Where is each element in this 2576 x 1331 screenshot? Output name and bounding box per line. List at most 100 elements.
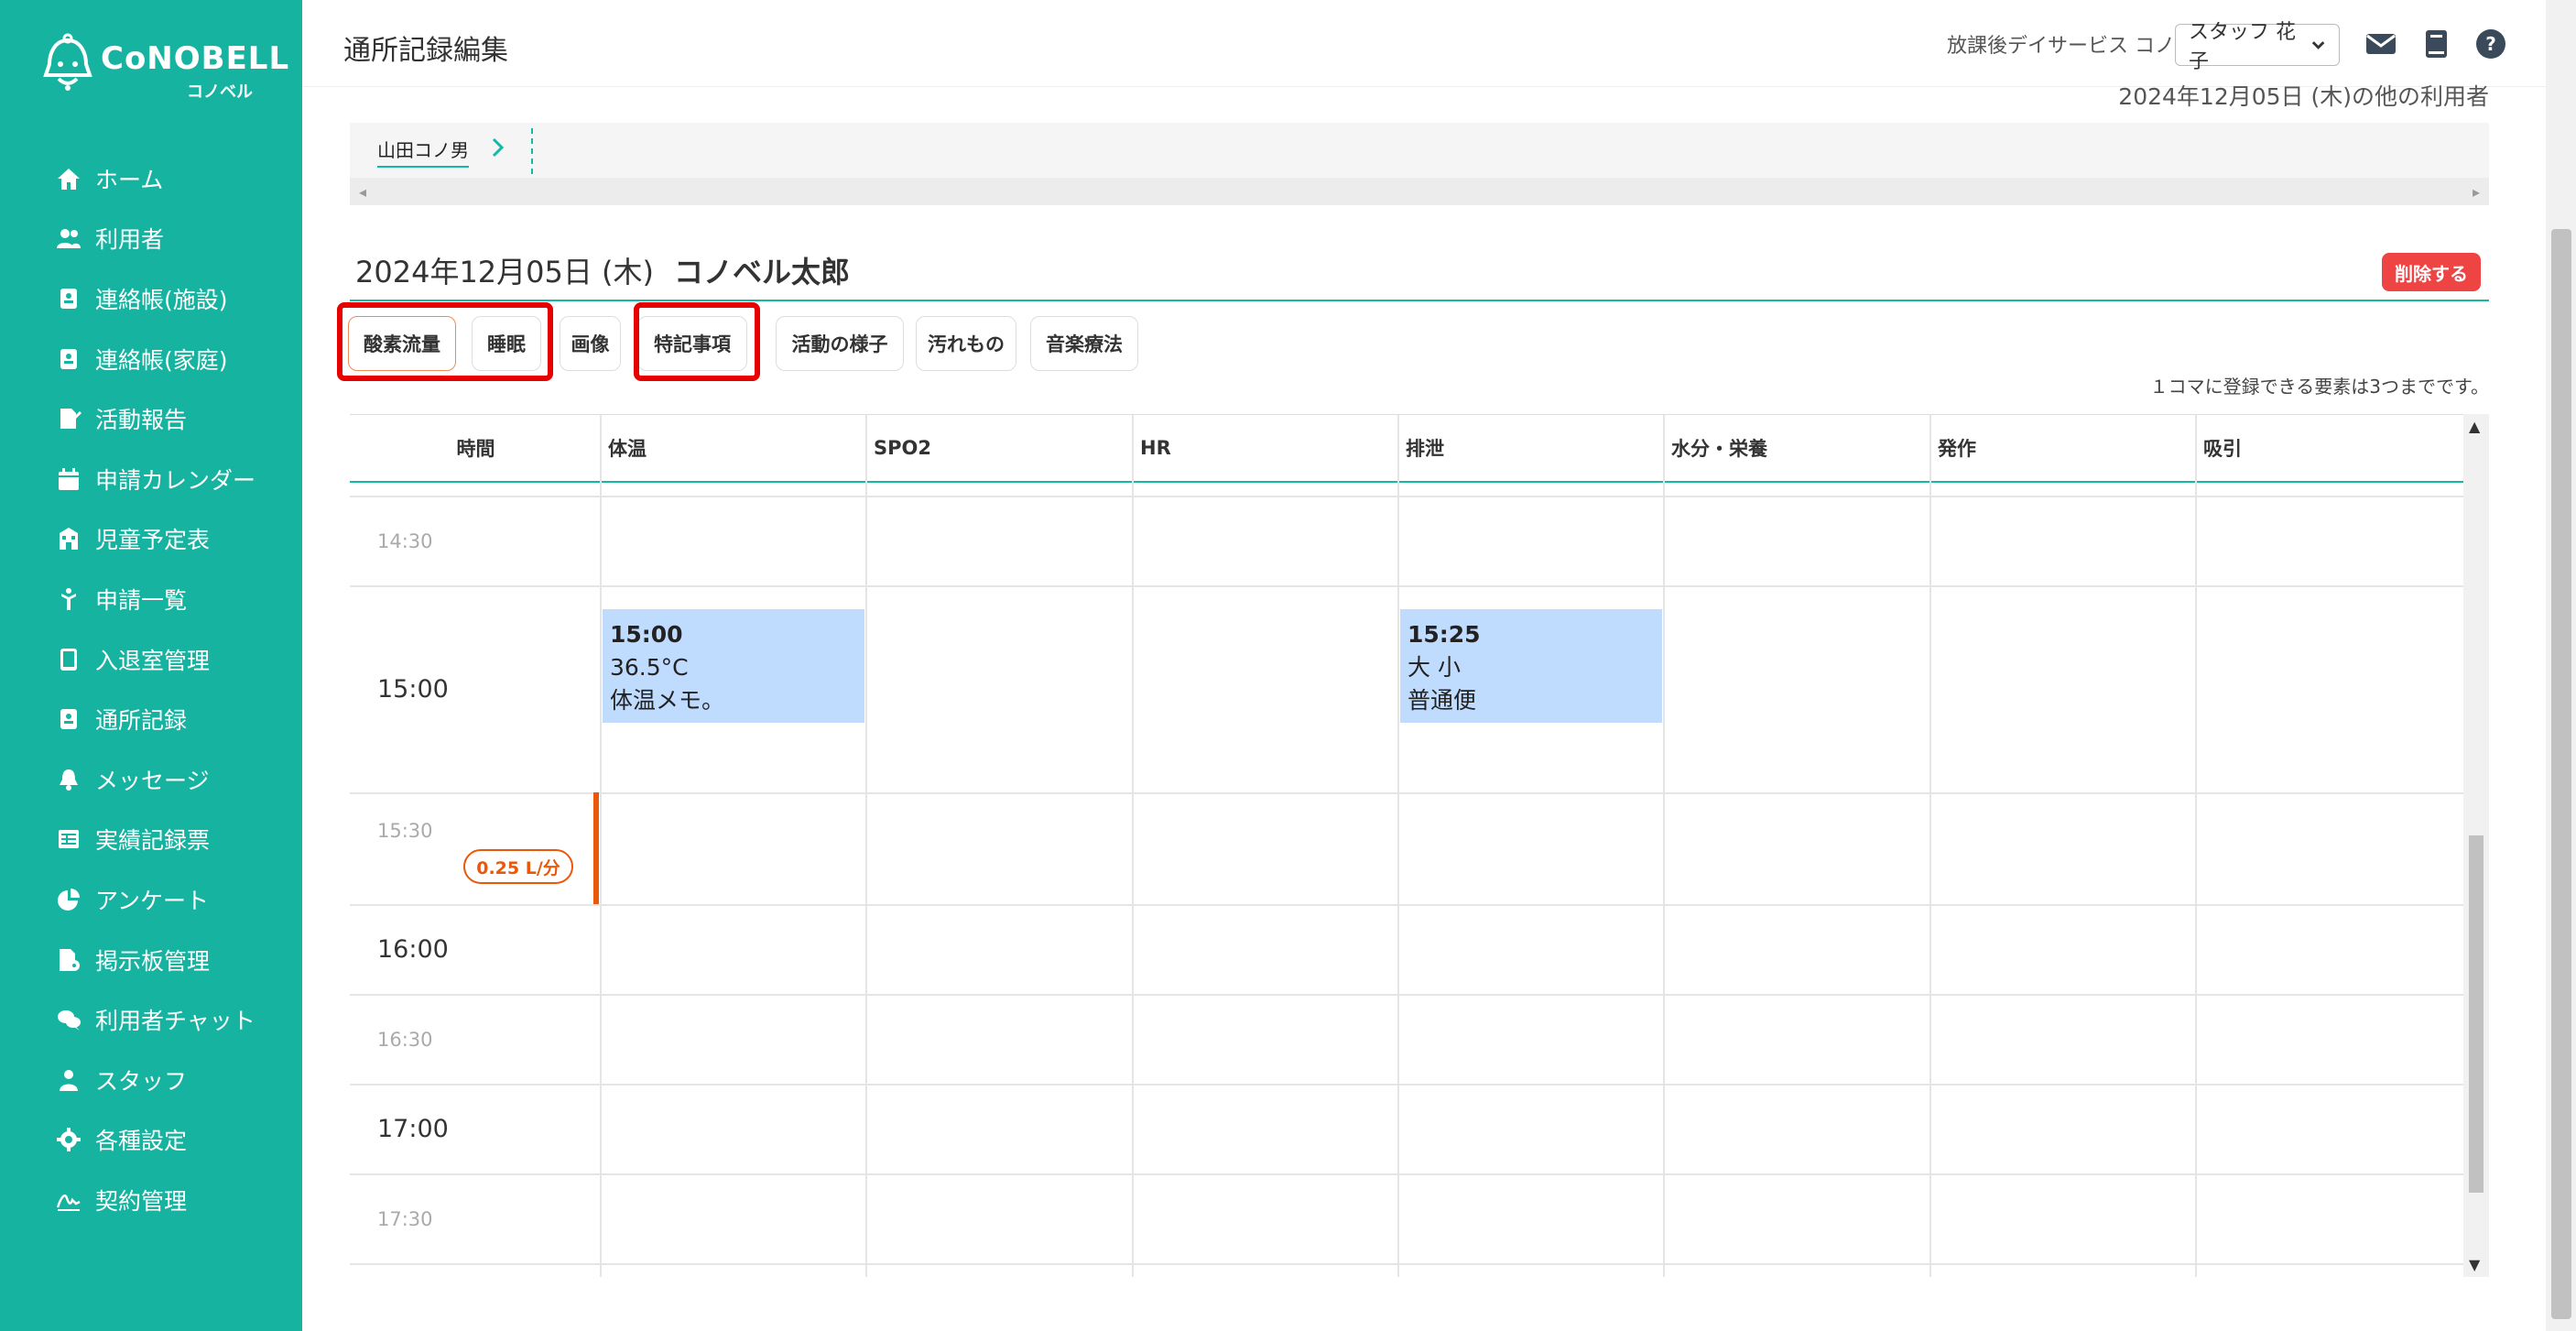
other-users-link[interactable]: 2024年12月05日 (木)の他の利用者 bbox=[2118, 79, 2489, 112]
sidebar-item-label: アンケート bbox=[95, 887, 210, 914]
tablet-icon bbox=[55, 646, 82, 673]
report-edit-icon bbox=[55, 405, 82, 432]
staff-select[interactable]: スタッフ 花子 bbox=[2175, 21, 2340, 73]
max-elements-note: １コマに登録できる要素は3つまでです。 bbox=[2149, 376, 2489, 398]
time-label: 16:30 bbox=[377, 1029, 433, 1051]
contact-book-icon bbox=[55, 705, 82, 733]
grid-line bbox=[1397, 415, 1399, 1277]
sidebar-item-6-calendar[interactable]: 申請カレンダー bbox=[0, 449, 302, 509]
sidebar-item-label: 利用者チャット bbox=[95, 1008, 255, 1035]
divider bbox=[350, 300, 2489, 301]
sidebar-item-label: 実績記録票 bbox=[95, 827, 211, 855]
calendar-icon bbox=[55, 465, 82, 493]
event-value: 36.5°C bbox=[610, 654, 689, 681]
sidebar-item-label: 通所記録 bbox=[95, 707, 188, 735]
child-name: コノベル太郎 bbox=[674, 255, 851, 289]
grid-vertical-scrollbar[interactable]: ▲ ▼ bbox=[2463, 414, 2489, 1277]
book-icon[interactable] bbox=[2418, 26, 2454, 62]
event-memo: 普通便 bbox=[1408, 687, 1477, 714]
sidebar-item-label: 連絡帳(施設) bbox=[95, 286, 228, 313]
sidebar-item-14-board-settings[interactable]: 掲示板管理 bbox=[0, 930, 302, 990]
scroll-down-icon[interactable]: ▼ bbox=[2469, 1256, 2480, 1273]
sidebar-item-1-home[interactable]: ホーム bbox=[0, 148, 302, 209]
sidebar-item-label: ホーム bbox=[95, 166, 164, 193]
child-icon bbox=[55, 585, 82, 613]
sidebar-item-label: 申請カレンダー bbox=[95, 466, 256, 494]
sidebar-item-16-staff[interactable]: スタッフ bbox=[0, 1050, 302, 1110]
sidebar-item-label: 掲示板管理 bbox=[95, 947, 211, 975]
table-icon bbox=[55, 825, 82, 853]
highlight-box bbox=[634, 302, 760, 381]
brand-name: CoNOBELL bbox=[101, 40, 290, 77]
mail-icon[interactable] bbox=[2363, 26, 2399, 62]
event-memo: 体温メモ。 bbox=[610, 687, 725, 714]
contact-book-icon bbox=[55, 345, 82, 373]
excretion-event[interactable]: 15:25 大 小 普通便 bbox=[1400, 609, 1662, 723]
sidebar-item-10-contact-book[interactable]: 通所記録 bbox=[0, 689, 302, 749]
time-label: 17:00 bbox=[377, 1115, 449, 1143]
col-header-hr: HR bbox=[1140, 437, 1171, 459]
tab-image[interactable]: 画像 bbox=[560, 316, 621, 371]
sidebar-item-18-signature[interactable]: 契約管理 bbox=[0, 1170, 302, 1230]
oxygen-flow-badge[interactable]: 0.25 L/分 bbox=[463, 849, 573, 884]
school-icon bbox=[55, 525, 82, 552]
chevron-right-icon[interactable] bbox=[487, 134, 509, 161]
col-header-spo2: SPO2 bbox=[874, 437, 931, 459]
grid-line bbox=[865, 415, 867, 1277]
brand-sub: コノベル bbox=[187, 82, 253, 102]
sidebar-item-9-tablet[interactable]: 入退室管理 bbox=[0, 629, 302, 690]
scroll-up-icon[interactable]: ▲ bbox=[2469, 418, 2480, 435]
temperature-event[interactable]: 15:00 36.5°C 体温メモ。 bbox=[603, 609, 864, 723]
user-chip[interactable]: 山田コノ男 bbox=[377, 136, 469, 168]
grid-line bbox=[350, 792, 2463, 794]
sidebar-item-13-pie-chart[interactable]: アンケート bbox=[0, 869, 302, 930]
sidebar-item-11-bell[interactable]: メッセージ bbox=[0, 749, 302, 810]
tab-music-therapy[interactable]: 音楽療法 bbox=[1030, 316, 1138, 371]
sidebar-item-label: 児童予定表 bbox=[95, 527, 211, 554]
sidebar-item-label: 入退室管理 bbox=[95, 647, 211, 674]
sidebar-item-7-school[interactable]: 児童予定表 bbox=[0, 509, 302, 570]
bell-icon bbox=[55, 766, 82, 793]
scroll-left-icon[interactable]: ◂ bbox=[359, 183, 366, 201]
sidebar-item-label: 利用者 bbox=[95, 226, 165, 254]
sidebar-item-4-contact-book[interactable]: 連絡帳(家庭) bbox=[0, 329, 302, 389]
chat-icon bbox=[55, 1006, 82, 1033]
grid-line bbox=[350, 1263, 2463, 1265]
app-logo[interactable]: CoNOBELL コノベル bbox=[40, 33, 288, 102]
sidebar-item-12-table[interactable]: 実績記録票 bbox=[0, 810, 302, 870]
scroll-right-icon[interactable]: ▸ bbox=[2473, 183, 2480, 201]
horizontal-scrollbar[interactable]: ◂ ▸ bbox=[350, 178, 2489, 205]
tab-activity[interactable]: 活動の様子 bbox=[776, 316, 904, 371]
top-bar: 通所記録編集 放課後デイサービス コノベル スタッフ 花子 ? bbox=[302, 0, 2576, 87]
tab-soiled-items[interactable]: 汚れもの bbox=[916, 316, 1016, 371]
sidebar-item-8-child[interactable]: 申請一覧 bbox=[0, 569, 302, 629]
grid-line bbox=[350, 585, 2463, 587]
time-label: 15:00 bbox=[377, 675, 449, 704]
scrollbar-thumb[interactable] bbox=[2469, 835, 2484, 1193]
sidebar-item-15-chat[interactable]: 利用者チャット bbox=[0, 989, 302, 1050]
bell-logo-icon bbox=[43, 33, 92, 91]
sidebar-item-5-report-edit[interactable]: 活動報告 bbox=[0, 388, 302, 449]
sidebar-item-label: スタッフ bbox=[95, 1067, 188, 1095]
record-date: 2024年12月05日 (木) bbox=[355, 255, 655, 289]
oxygen-flow-bar[interactable] bbox=[593, 792, 599, 904]
grid-line bbox=[1929, 415, 1931, 1277]
sidebar-item-3-contact-book[interactable]: 連絡帳(施設) bbox=[0, 268, 302, 329]
grid-line bbox=[1663, 415, 1665, 1277]
page-vertical-scrollbar[interactable] bbox=[2546, 0, 2576, 1331]
sidebar-item-label: 活動報告 bbox=[95, 407, 188, 434]
col-header-seizure: 発作 bbox=[1938, 438, 1976, 460]
col-header-excretion: 排泄 bbox=[1406, 438, 1444, 460]
sidebar-item-label: 申請一覧 bbox=[95, 586, 188, 614]
grid-line bbox=[600, 415, 602, 1277]
help-icon[interactable]: ? bbox=[2473, 26, 2509, 62]
sidebar-item-17-gear[interactable]: 各種設定 bbox=[0, 1110, 302, 1171]
time-label: 16:00 bbox=[377, 935, 449, 964]
scrollbar-thumb[interactable] bbox=[2551, 229, 2571, 1319]
delete-button[interactable]: 削除する bbox=[2382, 253, 2481, 291]
page-title: 通所記録編集 bbox=[343, 35, 508, 67]
sidebar-item-2-users[interactable]: 利用者 bbox=[0, 209, 302, 269]
col-header-suction: 吸引 bbox=[2203, 438, 2242, 460]
grid-line bbox=[350, 1084, 2463, 1086]
grid-line bbox=[1132, 415, 1134, 1277]
